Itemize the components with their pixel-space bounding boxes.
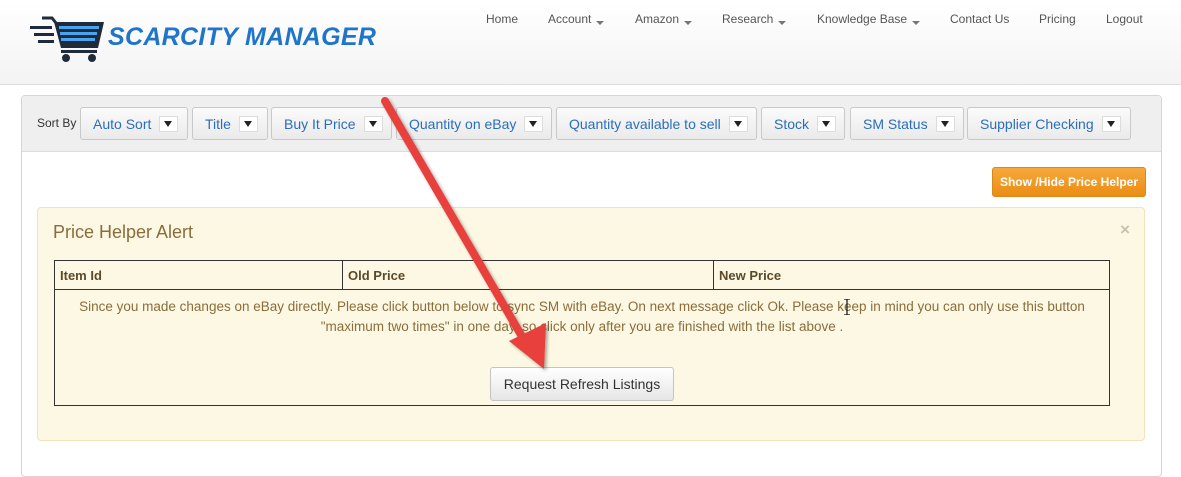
alert-message: Since you made changes on eBay directly.… bbox=[55, 297, 1109, 337]
sort-supplier-checking-button[interactable]: Supplier Checking bbox=[967, 107, 1131, 140]
chevron-down-icon bbox=[596, 21, 605, 25]
sort-sm-status-button[interactable]: SM Status bbox=[850, 107, 964, 140]
sort-quantity-available-button[interactable]: Quantity available to sell bbox=[556, 107, 757, 140]
dropdown-arrow-icon bbox=[728, 115, 748, 132]
show-hide-price-helper-button[interactable]: Show /Hide Price Helper bbox=[992, 167, 1146, 197]
nav-contact-us[interactable]: Contact Us bbox=[950, 12, 1009, 26]
dropdown-arrow-icon bbox=[363, 115, 383, 132]
nav-knowledge-base[interactable]: Knowledge Base bbox=[817, 12, 921, 26]
dropdown-arrow-icon bbox=[817, 115, 836, 132]
sort-quantity-on-ebay-button[interactable]: Quantity on eBay bbox=[396, 107, 552, 140]
logo[interactable]: SCARCITY MANAGER bbox=[28, 14, 388, 64]
nav-logout[interactable]: Logout bbox=[1106, 12, 1143, 26]
column-header-old-price: Old Price bbox=[343, 261, 714, 290]
request-refresh-listings-button[interactable]: Request Refresh Listings bbox=[490, 367, 674, 401]
brand-name: SCARCITY MANAGER bbox=[108, 23, 377, 51]
price-changes-table: Item Id Old Price New Price Since you ma… bbox=[54, 260, 1110, 406]
site-header: SCARCITY MANAGER Home Account Amazon Res… bbox=[0, 0, 1181, 85]
price-helper-alert: Price Helper Alert × Item Id Old Price N… bbox=[37, 207, 1145, 441]
dropdown-arrow-icon bbox=[524, 115, 543, 132]
sort-title-button[interactable]: Title bbox=[192, 107, 268, 140]
dropdown-arrow-icon bbox=[238, 115, 258, 132]
sort-auto-sort-button[interactable]: Auto Sort bbox=[80, 107, 188, 140]
close-icon[interactable]: × bbox=[1120, 220, 1130, 240]
dropdown-arrow-icon bbox=[935, 115, 955, 132]
chevron-down-icon bbox=[778, 21, 787, 25]
listings-panel: Sort By Auto Sort Title Buy It Price Qua… bbox=[21, 95, 1162, 477]
nav-amazon[interactable]: Amazon bbox=[635, 12, 693, 26]
nav-research[interactable]: Research bbox=[722, 12, 787, 26]
dropdown-arrow-icon bbox=[159, 115, 179, 132]
chevron-down-icon bbox=[684, 21, 693, 25]
nav-home[interactable]: Home bbox=[486, 12, 518, 26]
sort-bar: Sort By Auto Sort Title Buy It Price Qua… bbox=[22, 96, 1161, 152]
alert-message-line-1: Since you made changes on eBay directly.… bbox=[79, 299, 1085, 314]
sort-stock-button[interactable]: Stock bbox=[761, 107, 845, 140]
sort-buy-it-price-button[interactable]: Buy It Price bbox=[271, 107, 392, 140]
nav-account[interactable]: Account bbox=[548, 12, 605, 26]
shopping-cart-icon bbox=[30, 16, 104, 62]
chevron-down-icon bbox=[912, 21, 921, 25]
column-header-new-price: New Price bbox=[714, 261, 1109, 290]
column-header-item-id: Item Id bbox=[55, 261, 343, 290]
nav-pricing[interactable]: Pricing bbox=[1039, 12, 1076, 26]
alert-title: Price Helper Alert bbox=[53, 222, 194, 242]
dropdown-arrow-icon bbox=[1101, 115, 1121, 132]
sort-by-label: Sort By bbox=[37, 116, 77, 130]
alert-message-line-2: "maximum two times" in one day, so click… bbox=[320, 319, 844, 334]
text-cursor-icon bbox=[844, 299, 850, 315]
